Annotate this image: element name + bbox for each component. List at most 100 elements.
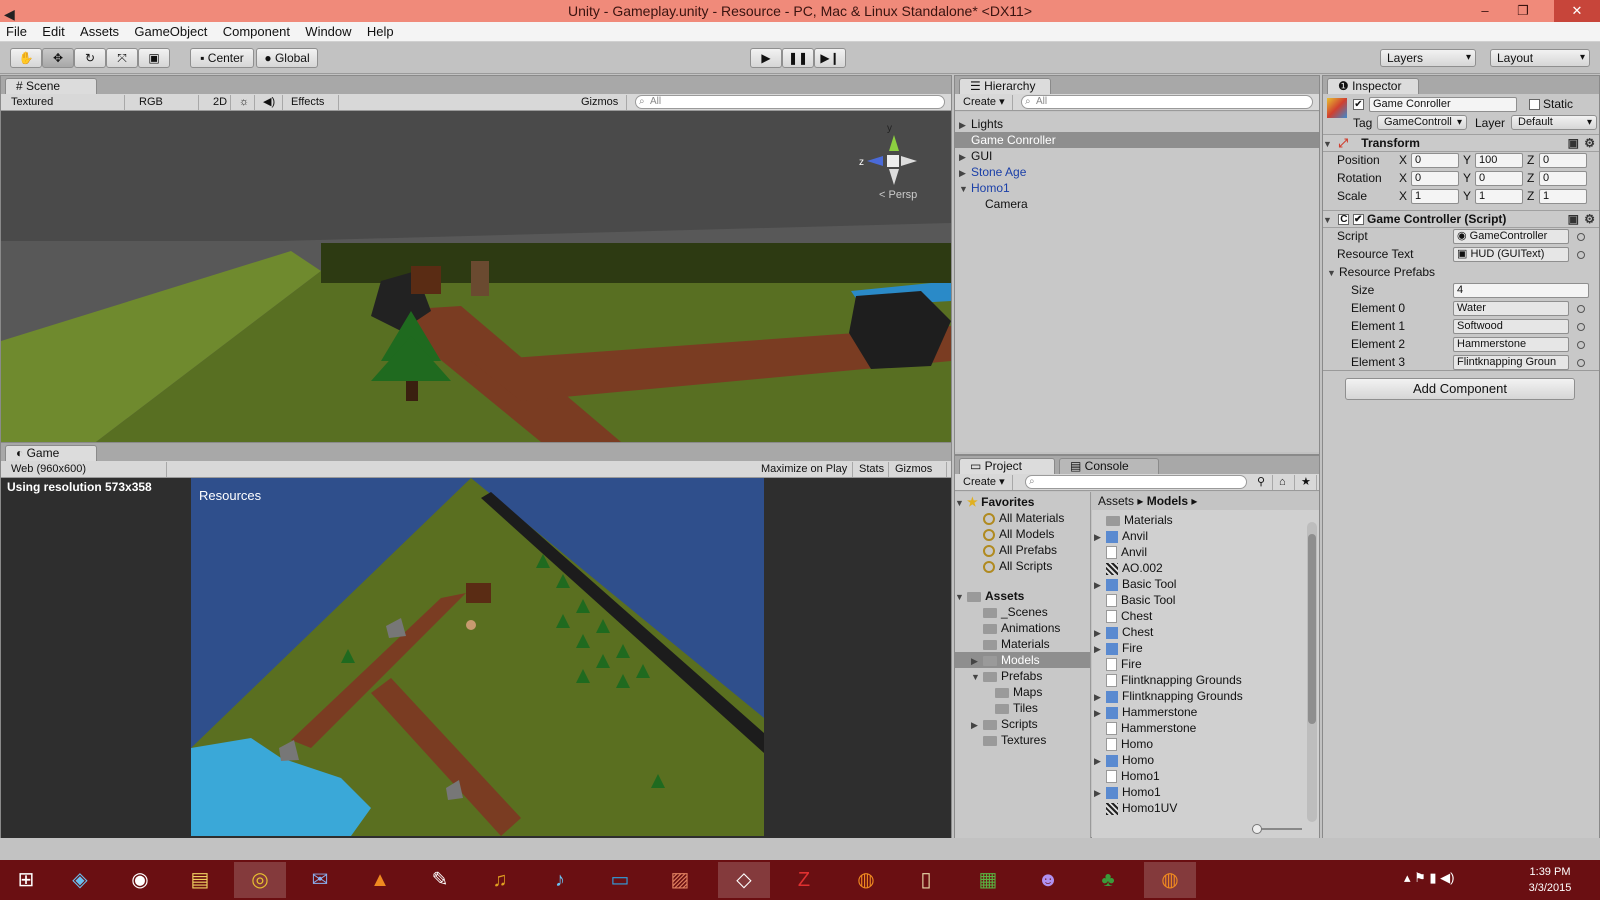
- menu-window[interactable]: Window: [299, 22, 357, 42]
- menu-assets[interactable]: Assets: [74, 22, 125, 42]
- play-button[interactable]: ▶: [750, 48, 782, 68]
- stats-toggle[interactable]: Stats: [855, 462, 889, 477]
- hierarchy-item[interactable]: ▼ Homo1: [955, 180, 1319, 196]
- script-object-field[interactable]: ◉ GameController: [1453, 229, 1569, 244]
- rotation-z-field[interactable]: 0: [1539, 171, 1587, 186]
- hierarchy-item[interactable]: Camera: [955, 196, 1319, 212]
- rect-tool-button[interactable]: ▣: [138, 48, 170, 68]
- resolution-dropdown[interactable]: Web (960x600): [7, 462, 167, 477]
- mail-icon[interactable]: ✉: [294, 862, 346, 898]
- game-gizmos-dropdown[interactable]: Gizmos: [891, 462, 947, 477]
- file-item[interactable]: ▶ Hammerstone: [1092, 704, 1305, 720]
- chrome-icon[interactable]: ◎: [234, 862, 286, 898]
- expand-arrow-icon[interactable]: ▶: [1094, 689, 1106, 705]
- script-picker-icon[interactable]: o: [1577, 233, 1585, 241]
- screen-icon[interactable]: ▭: [594, 862, 646, 898]
- static-checkbox[interactable]: [1529, 99, 1540, 110]
- 2d-toggle[interactable]: 2D: [209, 95, 231, 110]
- file-item[interactable]: Materials: [1092, 512, 1305, 528]
- hierarchy-item[interactable]: ▶ Stone Age: [955, 164, 1319, 180]
- hierarchy-create-dropdown[interactable]: Create ▾: [959, 95, 1013, 110]
- asset-folder-item[interactable]: Materials: [955, 636, 1090, 652]
- pivot-center-button[interactable]: ▪ Center: [190, 48, 254, 68]
- minimize-icon[interactable]: –: [1470, 0, 1500, 22]
- file-item[interactable]: Basic Tool: [1092, 592, 1305, 608]
- assets-header[interactable]: ▼ Assets: [955, 588, 1090, 604]
- tray-icons[interactable]: ▴ ⚑ ▮ ◀): [1404, 870, 1455, 886]
- cat-app-icon[interactable]: ☻: [1022, 862, 1074, 898]
- resource-text-picker-icon[interactable]: o: [1577, 251, 1585, 259]
- breadcrumb-models[interactable]: Models: [1147, 494, 1188, 508]
- position-z-field[interactable]: 0: [1539, 153, 1587, 168]
- scene-search-input[interactable]: All: [635, 95, 945, 109]
- tab-scene[interactable]: # Scene: [5, 78, 97, 95]
- tree-app-icon[interactable]: ♣: [1082, 862, 1134, 898]
- shading-dropdown[interactable]: Textured: [7, 95, 125, 110]
- script-enabled-checkbox[interactable]: ✔: [1352, 214, 1364, 226]
- asset-folder-item[interactable]: Maps: [955, 684, 1090, 700]
- tab-hierarchy[interactable]: ☰ Hierarchy: [959, 78, 1051, 95]
- clock[interactable]: 1:39 PM 3/3/2015: [1510, 864, 1590, 896]
- render-mode-dropdown[interactable]: RGB: [135, 95, 199, 110]
- active-checkbox[interactable]: ✔: [1353, 99, 1364, 110]
- asset-folder-item[interactable]: ▼ Prefabs: [955, 668, 1090, 684]
- resource-text-field[interactable]: ▣ HUD (GUIText): [1453, 247, 1569, 262]
- lighting-toggle-icon[interactable]: ☼: [235, 95, 255, 110]
- scene-gizmos-dropdown[interactable]: Gizmos: [577, 95, 627, 110]
- steam-icon[interactable]: ◉: [114, 862, 166, 898]
- element-picker-icon[interactable]: [1577, 359, 1585, 367]
- itunes-icon[interactable]: ♪: [534, 862, 586, 898]
- element-picker-icon[interactable]: [1577, 323, 1585, 331]
- scale-tool-button[interactable]: ⤧: [106, 48, 138, 68]
- layers-dropdown[interactable]: Layers: [1380, 49, 1476, 67]
- filter-type-icon[interactable]: ⚲: [1253, 475, 1273, 490]
- filezilla-icon[interactable]: Z: [778, 862, 830, 898]
- fold-arrow-icon[interactable]: ▶: [971, 717, 983, 733]
- prefabs-fold-icon[interactable]: ▼: [1327, 265, 1339, 282]
- asset-folder-item[interactable]: ▶ Scripts: [955, 716, 1090, 732]
- audio-toggle-icon[interactable]: ◀): [259, 95, 283, 110]
- fold-arrow-icon[interactable]: ▶: [959, 165, 971, 181]
- expand-arrow-icon[interactable]: ▶: [1094, 529, 1106, 545]
- transform-fold-icon[interactable]: ▼: [1323, 136, 1335, 152]
- favorite-star-icon[interactable]: ★: [1297, 475, 1317, 490]
- file-item[interactable]: ▶ Flintknapping Grounds: [1092, 688, 1305, 704]
- file-item[interactable]: ▶ Chest: [1092, 624, 1305, 640]
- hierarchy-item[interactable]: ▶ GUI: [955, 148, 1319, 164]
- game-viewport[interactable]: Using resolution 573x358 Resources: [1, 478, 951, 838]
- tab-project[interactable]: ▭ Project: [959, 458, 1055, 475]
- help-icon[interactable]: ▣: [1568, 135, 1579, 151]
- asset-folder-item[interactable]: Tiles: [955, 700, 1090, 716]
- move-tool-button[interactable]: ✥: [42, 48, 74, 68]
- asset-folder-item[interactable]: Textures: [955, 732, 1090, 748]
- tab-console[interactable]: ▤ Console: [1059, 458, 1159, 475]
- file-item[interactable]: Homo1: [1092, 768, 1305, 784]
- rotate-tool-button[interactable]: ↻: [74, 48, 106, 68]
- close-icon[interactable]: ✕: [1554, 0, 1600, 22]
- pause-button[interactable]: ❚❚: [782, 48, 814, 68]
- maximize-on-play-toggle[interactable]: Maximize on Play: [757, 462, 853, 477]
- expand-arrow-icon[interactable]: ▶: [1094, 785, 1106, 801]
- favorite-item[interactable]: All Materials: [955, 510, 1090, 526]
- gear-icon[interactable]: ⚙: [1584, 135, 1595, 151]
- rotation-x-field[interactable]: 0: [1411, 171, 1459, 186]
- asset-folder-item[interactable]: ▶ Models: [955, 652, 1090, 668]
- file-item[interactable]: Homo: [1092, 736, 1305, 752]
- menu-help[interactable]: Help: [361, 22, 400, 42]
- expand-arrow-icon[interactable]: ▶: [1094, 705, 1106, 721]
- vlc-icon[interactable]: ▲: [354, 862, 406, 898]
- file-item[interactable]: Anvil: [1092, 544, 1305, 560]
- fold-arrow-icon[interactable]: ▶: [959, 117, 971, 133]
- tag-dropdown[interactable]: GameControll: [1377, 115, 1467, 130]
- expand-arrow-icon[interactable]: ▶: [1094, 577, 1106, 593]
- hierarchy-item[interactable]: Game Conroller: [955, 132, 1319, 148]
- favorite-item[interactable]: All Prefabs: [955, 542, 1090, 558]
- file-item[interactable]: ▶ Homo1: [1092, 784, 1305, 800]
- favorite-item[interactable]: All Models: [955, 526, 1090, 542]
- file-item[interactable]: AO.002: [1092, 560, 1305, 576]
- notes-icon[interactable]: ▯: [900, 862, 952, 898]
- element-picker-icon[interactable]: [1577, 341, 1585, 349]
- file-scrollbar-thumb[interactable]: [1308, 534, 1316, 724]
- fold-arrow-icon[interactable]: ▼: [971, 669, 983, 685]
- position-x-field[interactable]: 0: [1411, 153, 1459, 168]
